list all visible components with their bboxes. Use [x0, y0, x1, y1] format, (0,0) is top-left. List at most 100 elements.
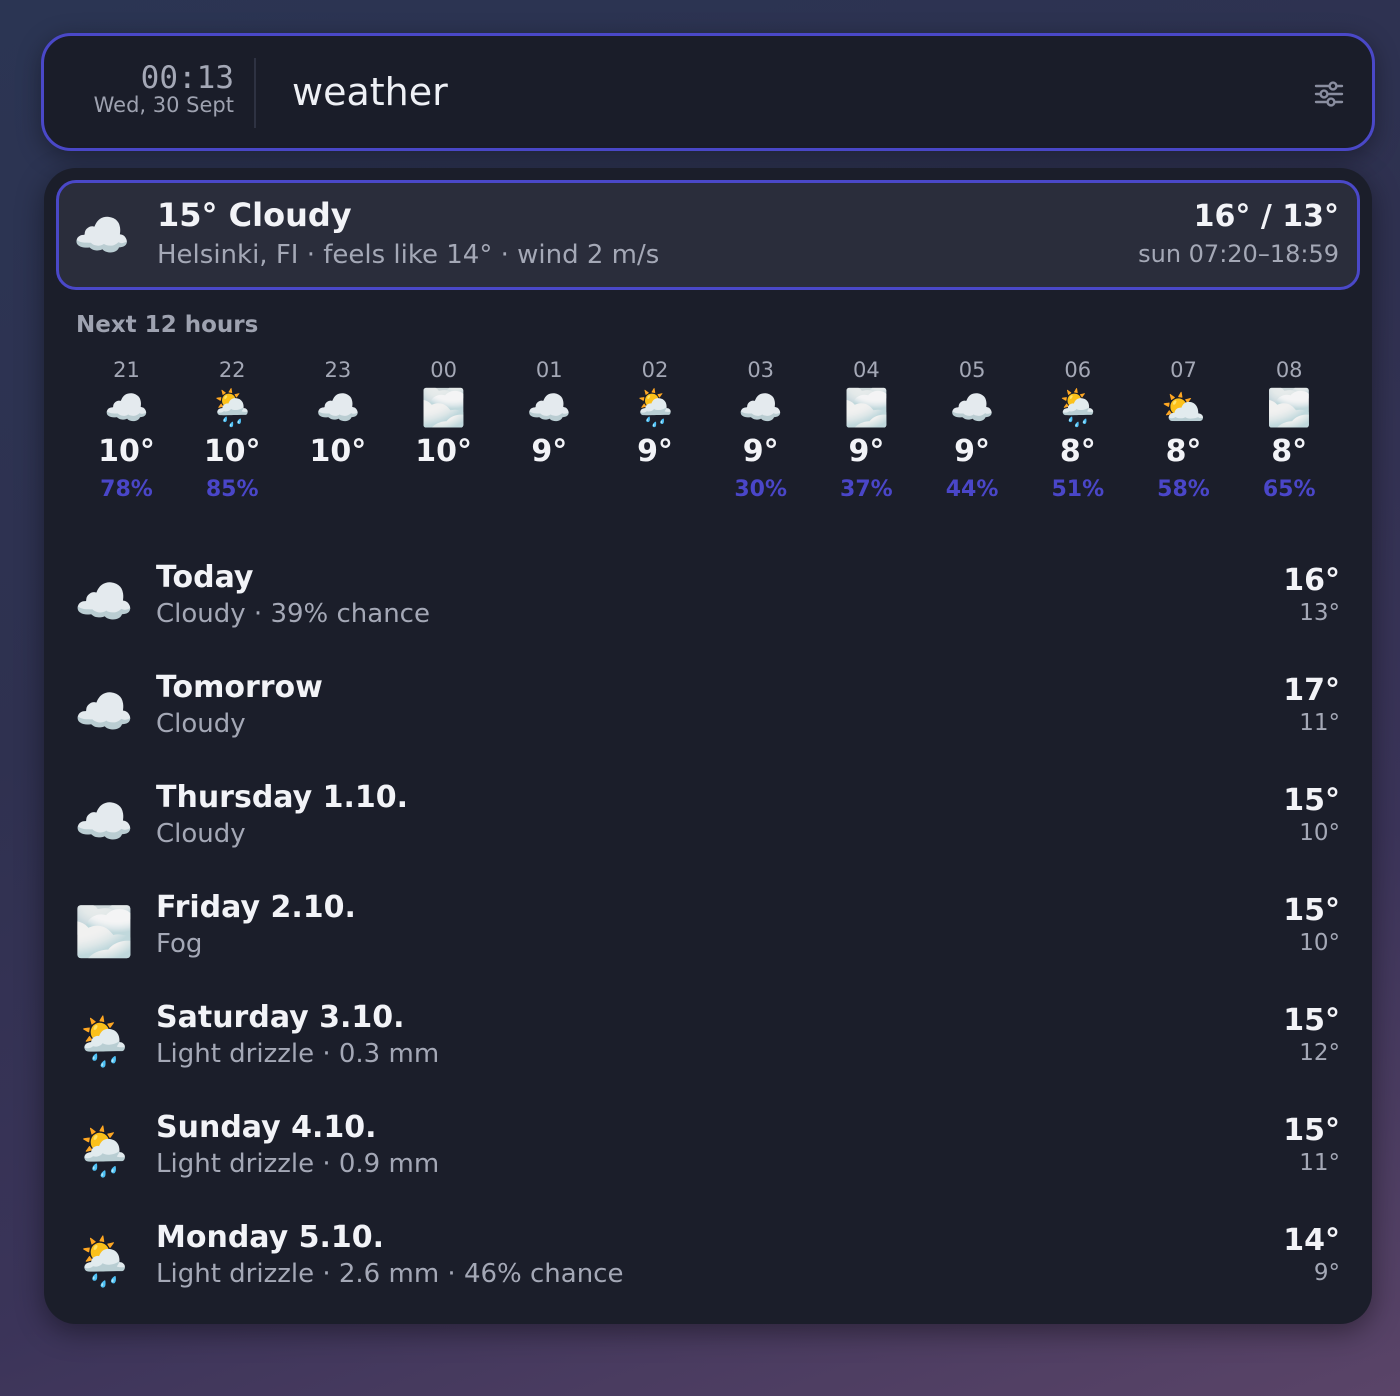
hour-item: 08 🌫️ 8° 65% [1237, 356, 1342, 510]
clock-date: Wed, 30 Sept [93, 93, 234, 117]
day-high: 16° [1283, 563, 1340, 598]
hour-time: 01 [535, 358, 563, 382]
hour-precip-chance: 51% [1051, 477, 1105, 502]
hour-precip-chance: 30% [734, 477, 788, 502]
hour-item: 23 ☁️ 10° [285, 356, 390, 510]
hour-item: 05 ☁️ 9° 44% [920, 356, 1025, 510]
cloud-icon: ☁️ [74, 574, 134, 630]
day-description: Light drizzle · 2.6 mm · 46% chance [156, 1259, 624, 1289]
hour-time: 08 [1275, 358, 1303, 382]
hour-temp: 10° [98, 434, 155, 469]
current-weather-card[interactable]: ☁️ 15° Cloudy Helsinki, FI · feels like … [56, 180, 1360, 290]
hour-temp: 9° [954, 434, 991, 469]
cloud-icon: ☁️ [738, 388, 784, 429]
hour-time: 21 [113, 358, 140, 382]
day-description: Fog [156, 929, 203, 959]
hour-time: 06 [1064, 358, 1092, 382]
results-panel: ☁️ 15° Cloudy Helsinki, FI · feels like … [44, 168, 1372, 1324]
hourly-forecast: 21 ☁️ 10° 78% 22 🌦️ 10° 85% 23 ☁️ 10° 00… [74, 356, 1344, 516]
cloud-icon: ☁️ [73, 208, 131, 262]
sun-rain-icon: 🌦️ [74, 1014, 134, 1070]
fog-icon: 🌫️ [1266, 388, 1312, 429]
day-low: 10° [1299, 820, 1340, 846]
day-high: 17° [1283, 673, 1340, 708]
day-low: 10° [1299, 930, 1340, 956]
day-row-tomorrow[interactable]: ☁️ Tomorrow Cloudy 17° 11° [44, 660, 1372, 770]
hour-item: 22 🌦️ 10° 85% [180, 356, 285, 510]
search-input[interactable]: weather [292, 66, 448, 118]
day-low: 11° [1299, 710, 1340, 736]
sun-rain-icon: 🌦️ [74, 1234, 134, 1290]
fog-icon: 🌫️ [843, 388, 889, 429]
day-row-thursday[interactable]: ☁️ Thursday 1.10. Cloudy 15° 10° [44, 770, 1372, 880]
day-low: 11° [1299, 1150, 1340, 1176]
day-high: 15° [1283, 783, 1340, 818]
day-row-today[interactable]: ☁️ Today Cloudy · 39% chance 16° 13° [44, 550, 1372, 660]
hour-item: 00 🌫️ 10° [391, 356, 496, 510]
day-description: Light drizzle · 0.9 mm [156, 1149, 440, 1179]
hour-precip-chance: 78% [100, 477, 153, 502]
cloud-icon: ☁️ [949, 388, 995, 429]
day-name: Thursday 1.10. [156, 780, 409, 815]
day-name: Today [156, 560, 254, 595]
day-name: Tomorrow [156, 670, 323, 705]
hour-temp: 8° [1059, 434, 1096, 469]
daily-forecast: ☁️ Today Cloudy · 39% chance 16° 13° ☁️ … [44, 550, 1372, 1320]
current-high-low: 16° / 13° [1193, 199, 1339, 234]
day-name: Friday 2.10. [156, 890, 356, 925]
hour-time: 22 [218, 358, 246, 382]
day-high: 14° [1283, 1223, 1340, 1258]
day-high: 15° [1283, 1003, 1340, 1038]
cloud-icon: ☁️ [315, 388, 361, 429]
day-row-monday[interactable]: 🌦️ Monday 5.10. Light drizzle · 2.6 mm ·… [44, 1210, 1372, 1320]
cloud-icon: ☁️ [74, 684, 134, 740]
day-row-friday[interactable]: 🌫️ Friday 2.10. Fog 15° 10° [44, 880, 1372, 990]
hour-item: 03 ☁️ 9° 30% [708, 356, 813, 510]
hour-item: 06 🌦️ 8° 51% [1025, 356, 1130, 510]
day-description: Cloudy [156, 819, 246, 849]
sun-rain-icon: 🌦️ [74, 1124, 134, 1180]
hour-item: 01 ☁️ 9° [497, 356, 602, 510]
day-description: Cloudy · 39% chance [156, 599, 430, 629]
clock: 00:13 Wed, 30 Sept [44, 58, 234, 118]
hour-precip-chance: 44% [945, 477, 999, 502]
hour-temp: 10° [203, 434, 261, 469]
hour-precip-chance [285, 470, 390, 510]
hour-time: 03 [747, 358, 775, 382]
partly-sunny-icon: ⛅ [1161, 388, 1206, 429]
hour-time: 02 [641, 358, 669, 382]
hour-item: 21 ☁️ 10° 78% [74, 356, 179, 510]
day-low: 13° [1299, 600, 1340, 626]
hour-item: 02 🌦️ 9° [603, 356, 708, 510]
sliders-icon[interactable] [1314, 79, 1344, 109]
hour-precip-chance: 37% [840, 477, 893, 502]
sun-rain-icon: 🌦️ [632, 388, 678, 429]
cloud-icon: ☁️ [526, 388, 572, 429]
day-name: Saturday 3.10. [156, 1000, 405, 1035]
hour-temp: 10° [415, 434, 472, 469]
current-title: 15° Cloudy [157, 196, 352, 234]
hour-temp: 8° [1271, 434, 1308, 469]
day-row-saturday[interactable]: 🌦️ Saturday 3.10. Light drizzle · 0.3 mm… [44, 990, 1372, 1100]
hour-item: 07 ⛅ 8° 58% [1131, 356, 1236, 510]
cloud-icon: ☁️ [74, 794, 134, 850]
day-row-sunday[interactable]: 🌦️ Sunday 4.10. Light drizzle · 0.9 mm 1… [44, 1100, 1372, 1210]
divider [254, 58, 256, 128]
hour-precip-chance: 65% [1262, 477, 1316, 502]
hour-temp: 9° [848, 434, 885, 469]
day-high: 15° [1283, 1113, 1340, 1148]
day-name: Monday 5.10. [156, 1220, 385, 1255]
hour-item: 04 🌫️ 9° 37% [814, 356, 919, 510]
day-description: Cloudy [156, 709, 246, 739]
cloud-icon: ☁️ [104, 388, 149, 429]
day-high: 15° [1283, 893, 1340, 928]
search-bar: 00:13 Wed, 30 Sept weather [41, 33, 1375, 151]
hour-precip-chance [497, 470, 602, 510]
hour-precip-chance: 85% [205, 477, 259, 502]
hour-time: 05 [958, 358, 986, 382]
sun-rain-icon: 🌦️ [209, 388, 255, 429]
fog-icon: 🌫️ [74, 904, 134, 960]
hour-time: 07 [1170, 358, 1197, 382]
hour-precip-chance: 58% [1157, 477, 1210, 502]
hour-precip-chance [391, 470, 496, 510]
